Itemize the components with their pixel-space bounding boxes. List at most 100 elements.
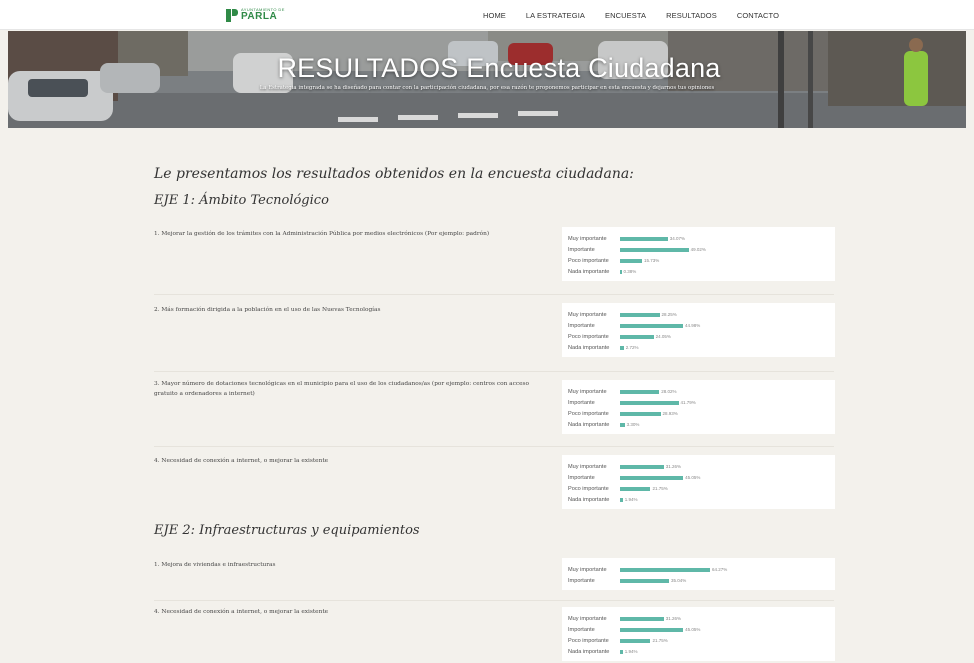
result-row: Poco importante 24.05% bbox=[568, 331, 829, 342]
result-row: Importante 45.05% bbox=[568, 624, 829, 635]
result-bar bbox=[620, 345, 624, 350]
divider bbox=[154, 294, 834, 295]
result-label: Poco importante bbox=[568, 485, 609, 492]
question-text: 4. Necesidad de conexión a internet, o m… bbox=[154, 609, 329, 615]
result-percent: 28.02% bbox=[661, 389, 677, 394]
result-bar bbox=[620, 497, 623, 502]
main-menu: HOME LA ESTRATEGIA ENCUESTA RESULTADOS C… bbox=[483, 0, 799, 30]
top-nav: AYUNTAMIENTO DE PARLA HOME LA ESTRATEGIA… bbox=[0, 0, 974, 30]
result-label: Importante bbox=[568, 626, 595, 633]
result-bar bbox=[620, 486, 651, 491]
result-label: Importante bbox=[568, 246, 595, 253]
nav-resultados[interactable]: RESULTADOS bbox=[666, 11, 717, 20]
result-percent: 2.72% bbox=[625, 345, 639, 350]
result-bar bbox=[620, 627, 684, 632]
results-card: Muy importante 31.26% Importante 45.05% … bbox=[562, 607, 835, 661]
result-row: Poco importante 21.75% bbox=[568, 483, 829, 494]
result-bar bbox=[620, 236, 668, 241]
result-bar bbox=[620, 400, 679, 405]
result-bar bbox=[620, 567, 710, 572]
divider bbox=[154, 600, 834, 601]
result-label: Poco importante bbox=[568, 333, 609, 340]
divider bbox=[154, 371, 834, 372]
results-card: Muy importante 31.26% Importante 45.05% … bbox=[562, 455, 835, 509]
result-percent: 45.05% bbox=[685, 627, 701, 632]
hero-subtitle: La Estrategia integrada se ha diseñado p… bbox=[259, 85, 715, 91]
result-percent: 35.04% bbox=[671, 578, 687, 583]
result-bar bbox=[620, 464, 664, 469]
result-row: Importante 35.04% bbox=[568, 575, 829, 586]
question-text: 2. Más formación dirigida a la población… bbox=[154, 307, 381, 313]
result-bar bbox=[620, 269, 622, 274]
nav-contacto[interactable]: CONTACTO bbox=[737, 11, 779, 20]
result-bar bbox=[620, 638, 651, 643]
result-bar bbox=[620, 389, 660, 394]
hero-banner: RESULTADOS Encuesta Ciudadana La Estrate… bbox=[8, 31, 966, 128]
nav-encuesta[interactable]: ENCUESTA bbox=[605, 11, 646, 20]
result-row: Muy importante 64.27% bbox=[568, 564, 829, 575]
result-bar bbox=[620, 616, 664, 621]
results-card: Muy importante 64.27% Importante 35.04% bbox=[562, 558, 835, 590]
result-percent: 0.38% bbox=[623, 269, 637, 274]
result-percent: 44.98% bbox=[684, 323, 701, 328]
result-percent: 34.07% bbox=[669, 236, 685, 241]
result-label: Muy importante bbox=[568, 388, 607, 395]
result-percent: 24.05% bbox=[655, 334, 671, 339]
page-title: RESULTADOS Encuesta Ciudadana bbox=[277, 53, 721, 83]
result-label: Importante bbox=[568, 399, 595, 406]
result-bar bbox=[620, 649, 623, 654]
result-label: Importante bbox=[568, 474, 595, 481]
result-label: Nada importante bbox=[568, 648, 610, 655]
result-label: Muy importante bbox=[568, 615, 607, 622]
result-percent: 31.26% bbox=[665, 464, 682, 469]
result-percent: 45.05% bbox=[685, 475, 701, 480]
question-text: 4. Necesidad de conexión a internet, o m… bbox=[154, 458, 329, 464]
result-label: Poco importante bbox=[568, 410, 609, 417]
parla-logo[interactable]: AYUNTAMIENTO DE PARLA bbox=[226, 8, 285, 22]
result-bar bbox=[620, 475, 684, 480]
result-label: Muy importante bbox=[568, 235, 607, 242]
result-label: Importante bbox=[568, 577, 595, 584]
intro-heading: Le presentamos los resultados obtenidos … bbox=[154, 166, 634, 182]
result-bar bbox=[620, 334, 654, 339]
result-bar bbox=[620, 422, 625, 427]
result-row: Poco importante 21.75% bbox=[568, 635, 829, 646]
results-card: Muy importante 34.07% Importante 49.02% … bbox=[562, 227, 835, 281]
divider bbox=[154, 446, 834, 447]
result-row: Nada importante 1.94% bbox=[568, 494, 829, 505]
result-label: Muy importante bbox=[568, 463, 607, 470]
result-percent: 15.73% bbox=[644, 258, 660, 263]
result-label: Poco importante bbox=[568, 637, 609, 644]
result-row: Muy importante 28.25% bbox=[568, 309, 829, 320]
result-bar bbox=[620, 247, 689, 252]
result-row: Importante 44.98% bbox=[568, 320, 829, 331]
result-label: Muy importante bbox=[568, 311, 607, 318]
question-text: 3. Mayor número de dotaciones tecnológic… bbox=[154, 381, 529, 397]
result-bar bbox=[620, 258, 643, 263]
result-percent: 28.93% bbox=[662, 411, 678, 416]
result-percent: 49.02% bbox=[690, 247, 706, 252]
result-label: Nada importante bbox=[568, 496, 610, 503]
results-card: Muy importante 28.25% Importante 44.98% … bbox=[562, 303, 835, 357]
result-row: Nada importante 1.94% bbox=[568, 646, 829, 657]
question-text: 1. Mejorar la gestión de los trámites co… bbox=[154, 231, 490, 237]
result-percent: 21.75% bbox=[652, 486, 668, 491]
result-bar bbox=[620, 578, 670, 583]
result-row: Importante 45.05% bbox=[568, 472, 829, 483]
result-row: Importante 41.79% bbox=[568, 397, 829, 408]
result-row: Muy importante 31.26% bbox=[568, 613, 829, 624]
result-label: Importante bbox=[568, 322, 595, 329]
result-label: Nada importante bbox=[568, 344, 610, 351]
result-percent: 64.27% bbox=[711, 567, 728, 572]
result-bar bbox=[620, 312, 660, 317]
nav-la-estrategia[interactable]: LA ESTRATEGIA bbox=[526, 11, 585, 20]
result-row: Muy importante 28.02% bbox=[568, 386, 829, 397]
nav-home[interactable]: HOME bbox=[483, 11, 506, 20]
result-percent: 31.26% bbox=[665, 616, 682, 621]
result-label: Poco importante bbox=[568, 257, 609, 264]
result-percent: 1.94% bbox=[624, 649, 638, 654]
result-label: Nada importante bbox=[568, 268, 610, 275]
result-row: Nada importante 3.30% bbox=[568, 419, 829, 430]
result-label: Muy importante bbox=[568, 566, 607, 573]
result-percent: 1.94% bbox=[624, 497, 638, 502]
